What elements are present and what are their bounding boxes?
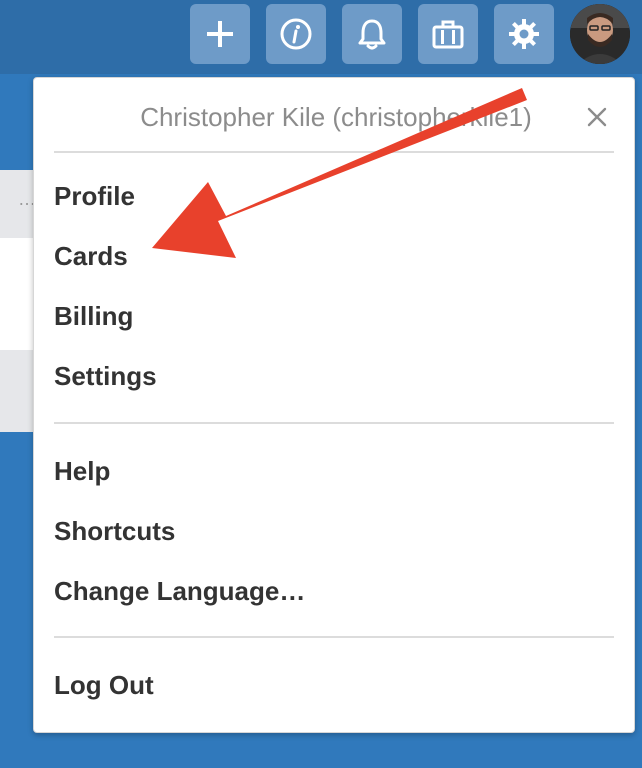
divider xyxy=(54,151,614,153)
add-button[interactable] xyxy=(190,4,250,64)
avatar[interactable] xyxy=(570,4,630,64)
info-button[interactable] xyxy=(266,4,326,64)
menu-item-cards[interactable]: Cards xyxy=(54,234,614,278)
notifications-button[interactable] xyxy=(342,4,402,64)
divider xyxy=(54,422,614,424)
header-bar xyxy=(0,0,642,74)
menu-item-billing[interactable]: Billing xyxy=(54,294,614,338)
popover-title: Christopher Kile (christopherkile1) xyxy=(140,102,532,132)
account-menu-popover: Christopher Kile (christopherkile1) Prof… xyxy=(33,77,635,733)
menu-item-profile[interactable]: Profile xyxy=(54,174,614,218)
plus-icon xyxy=(207,21,233,47)
gear-icon xyxy=(509,19,539,49)
popover-header: Christopher Kile (christopherkile1) xyxy=(34,78,634,152)
settings-button[interactable] xyxy=(494,4,554,64)
close-icon xyxy=(587,107,607,127)
menu-item-change-language[interactable]: Change Language… xyxy=(54,569,614,613)
menu-item-settings[interactable]: Settings xyxy=(54,354,614,398)
divider xyxy=(54,636,614,638)
boards-button[interactable] xyxy=(418,4,478,64)
menu-item-shortcuts[interactable]: Shortcuts xyxy=(54,509,614,553)
close-button[interactable] xyxy=(580,100,614,134)
menu-item-help[interactable]: Help xyxy=(54,449,614,493)
briefcase-icon xyxy=(432,20,464,49)
bell-icon xyxy=(358,19,386,50)
menu-item-log-out[interactable]: Log Out xyxy=(54,663,614,707)
info-icon xyxy=(280,18,312,50)
